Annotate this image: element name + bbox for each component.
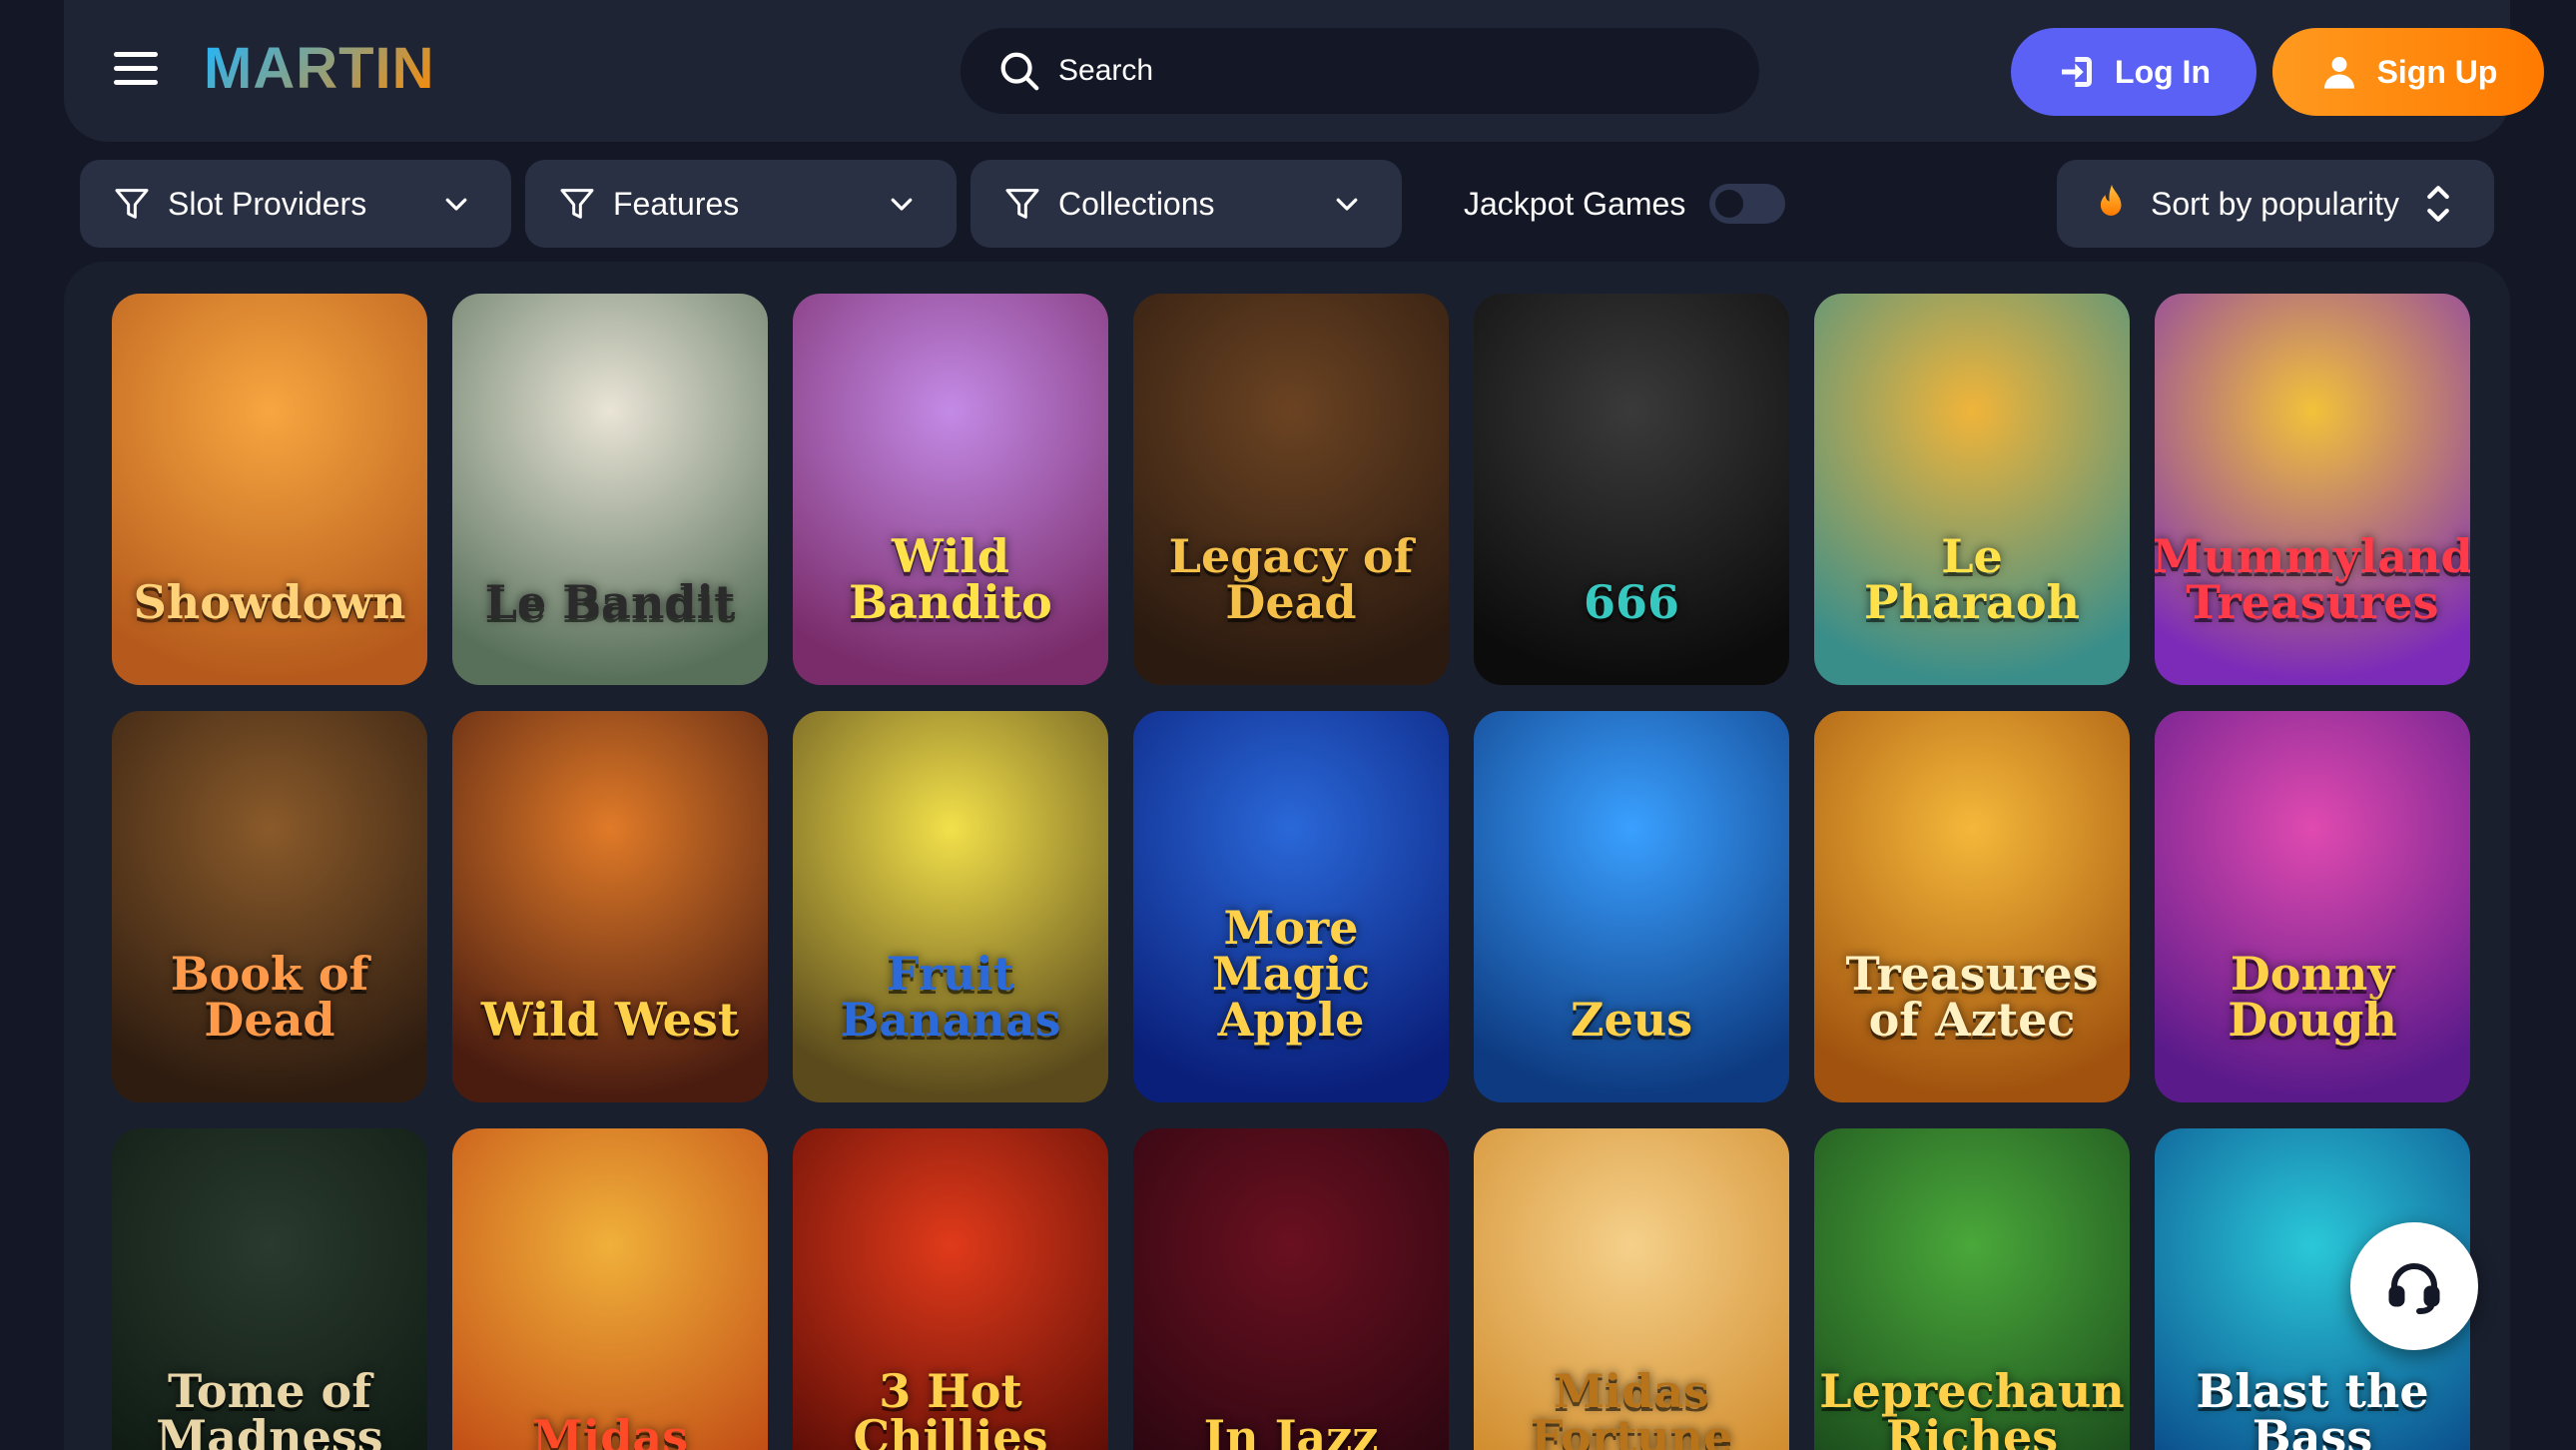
- chevron-down-icon: [445, 198, 467, 211]
- features-dropdown[interactable]: Features: [525, 160, 957, 248]
- login-label: Log In: [2115, 53, 2211, 90]
- game-title: Le Pharaoh: [1863, 529, 2080, 629]
- game-tile[interactable]: Midas Fortune: [1474, 1128, 1789, 1450]
- game-title: Showdown: [133, 575, 406, 629]
- filter-icon: [1005, 189, 1039, 219]
- game-tile[interactable]: Donny Dough: [2155, 711, 2470, 1102]
- headset-icon: [2388, 1263, 2440, 1314]
- game-tile[interactable]: Midas: [452, 1128, 768, 1450]
- game-tile[interactable]: Zeus: [1474, 711, 1789, 1102]
- menu-hamburger-icon[interactable]: [114, 52, 158, 88]
- slot-providers-label: Slot Providers: [168, 185, 367, 222]
- game-title: Leprechaun Riches: [1819, 1364, 2125, 1450]
- game-tile[interactable]: Tome of Madness: [112, 1128, 427, 1450]
- game-title: Blast the Bass: [2196, 1364, 2429, 1450]
- game-title: Zeus: [1570, 993, 1693, 1047]
- search-placeholder: Search: [1058, 54, 1154, 87]
- flame-icon: [2100, 185, 2122, 216]
- sort-arrows-icon: [2427, 186, 2449, 222]
- game-tile[interactable]: More Magic Apple: [1133, 711, 1449, 1102]
- game-tile[interactable]: Legacy of Dead: [1133, 294, 1449, 685]
- slot-providers-dropdown[interactable]: Slot Providers: [80, 160, 511, 248]
- jackpot-games-label: Jackpot Games: [1464, 185, 1686, 222]
- chevron-down-icon: [1336, 198, 1358, 211]
- features-label: Features: [613, 185, 740, 222]
- user-icon: [2323, 57, 2354, 89]
- chevron-down-icon: [891, 198, 913, 211]
- collections-dropdown[interactable]: Collections: [970, 160, 1402, 248]
- search-bar[interactable]: Search: [961, 28, 1759, 114]
- brand-logo[interactable]: MARTIN: [204, 36, 435, 101]
- game-tile[interactable]: Treasures of Aztec: [1814, 711, 2130, 1102]
- game-tile[interactable]: 666: [1474, 294, 1789, 685]
- game-title: Legacy of Dead: [1168, 529, 1414, 629]
- game-title: Wild West: [480, 993, 740, 1047]
- login-arrow-icon: [2062, 57, 2093, 87]
- game-title: 666: [1583, 575, 1680, 629]
- game-tile[interactable]: 3 Hot Chillies: [793, 1128, 1108, 1450]
- game-title: 3 Hot Chillies: [853, 1364, 1048, 1450]
- game-title: Tome of Madness: [156, 1364, 383, 1450]
- jackpot-games-toggle[interactable]: [1709, 184, 1786, 224]
- logo-text: MARTIN: [204, 35, 435, 101]
- game-title: Mummyland Treasures: [2155, 529, 2470, 629]
- game-tile[interactable]: Wild West: [452, 711, 768, 1102]
- game-title: Fruit Bananas: [840, 947, 1061, 1047]
- jackpot-games-filter: Jackpot Games: [1464, 178, 1786, 230]
- game-title: Le Bandit: [484, 575, 736, 629]
- game-title: More Magic Apple: [1211, 901, 1371, 1047]
- game-tile[interactable]: Showdown: [112, 294, 427, 685]
- collections-label: Collections: [1058, 185, 1215, 222]
- game-title: Midas: [531, 1410, 689, 1450]
- support-chat-button[interactable]: [2350, 1222, 2478, 1350]
- search-icon: [1000, 52, 1039, 91]
- game-title: Treasures of Aztec: [1845, 947, 2099, 1047]
- sort-label: Sort by popularity: [2151, 185, 2400, 222]
- game-title: In Jazz: [1203, 1410, 1379, 1450]
- game-thumbnail: [1133, 1128, 1449, 1450]
- sort-select[interactable]: Sort by popularity: [2057, 160, 2494, 248]
- game-tile[interactable]: Fruit Bananas: [793, 711, 1108, 1102]
- filter-icon: [115, 189, 149, 219]
- game-title: Book of Dead: [170, 947, 369, 1047]
- signup-label: Sign Up: [2376, 53, 2498, 90]
- game-tile[interactable]: Mummyland Treasures: [2155, 294, 2470, 685]
- game-thumbnail: [452, 1128, 768, 1450]
- game-tile[interactable]: Le Bandit: [452, 294, 768, 685]
- game-title: Donny Dough: [2228, 947, 2397, 1047]
- toggle-knob: [1715, 190, 1744, 218]
- login-button[interactable]: Log In: [2011, 28, 2256, 116]
- game-tile[interactable]: Le Pharaoh: [1814, 294, 2130, 685]
- game-tile[interactable]: Wild Bandito: [793, 294, 1108, 685]
- game-title: Midas Fortune: [1530, 1364, 1733, 1450]
- filter-icon: [560, 189, 594, 219]
- game-tile[interactable]: Book of Dead: [112, 711, 427, 1102]
- top-header: MARTIN Search Log In Sign Up: [64, 0, 2544, 142]
- game-title: Wild Bandito: [849, 529, 1052, 629]
- game-tile[interactable]: In Jazz: [1133, 1128, 1449, 1450]
- game-tile[interactable]: Leprechaun Riches: [1814, 1128, 2130, 1450]
- signup-button[interactable]: Sign Up: [2272, 28, 2544, 116]
